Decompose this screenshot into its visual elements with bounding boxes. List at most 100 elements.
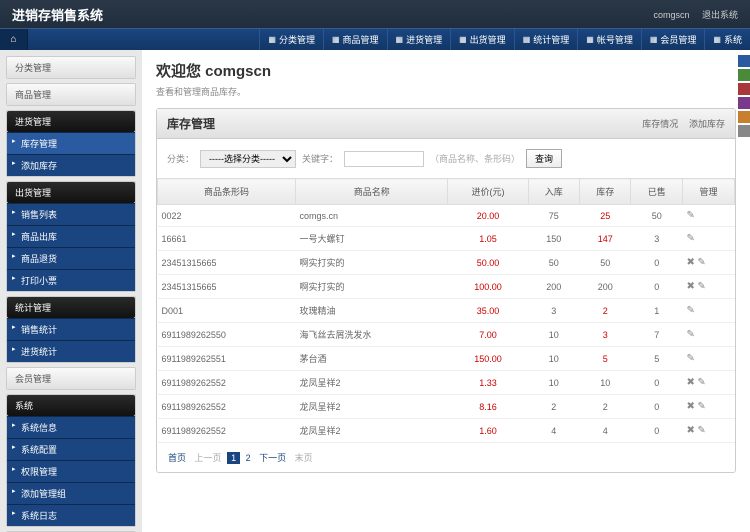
table-row: 6911989262552龙凤呈祥21.3310100✖ ✎: [158, 371, 735, 395]
sidebar-item-2-0[interactable]: 库存管理: [7, 132, 135, 154]
cell-price: 150.00: [448, 347, 528, 371]
edit-icon[interactable]: ✎: [686, 353, 694, 364]
cell-name: 龙凤呈祥2: [295, 419, 447, 443]
cell-name: 龙凤呈祥2: [295, 395, 447, 419]
cell-stock: 50: [579, 251, 630, 275]
theme-color-strip: [738, 55, 750, 139]
sidebar-item-3-3[interactable]: 打印小票: [7, 269, 135, 291]
page-prev[interactable]: 上一页: [195, 453, 222, 463]
cell-ops: ✖ ✎: [682, 371, 734, 395]
page-last[interactable]: 末页: [295, 453, 313, 463]
edit-icon[interactable]: ✎: [686, 329, 694, 340]
cell-price: 20.00: [448, 205, 528, 227]
theme-swatch[interactable]: [738, 69, 750, 81]
sidebar-group-6[interactable]: 系统: [7, 395, 135, 416]
cell-name: 啊实打实的: [295, 275, 447, 299]
page-current: 1: [227, 452, 240, 464]
category-select[interactable]: -----选择分类-----: [200, 150, 296, 168]
table-row: 6911989262550海飞丝去屑洗发水7.001037✎: [158, 323, 735, 347]
delete-icon[interactable]: ✖: [686, 257, 694, 268]
sidebar-group-2[interactable]: 进货管理: [7, 111, 135, 132]
sidebar-item-6-1[interactable]: 系统配置: [7, 438, 135, 460]
nav-icon: ▦: [650, 35, 658, 44]
sidebar-item-4-0[interactable]: 销售统计: [7, 318, 135, 340]
sidebar-item-4-1[interactable]: 进货统计: [7, 340, 135, 362]
page-next[interactable]: 下一页: [259, 453, 286, 463]
edit-icon[interactable]: ✎: [697, 425, 705, 436]
cell-in: 10: [528, 371, 579, 395]
sidebar-item-3-1[interactable]: 商品出库: [7, 225, 135, 247]
add-stock-link[interactable]: 添加库存: [689, 119, 725, 129]
sidebar-item-6-4[interactable]: 系统日志: [7, 504, 135, 526]
delete-icon[interactable]: ✖: [686, 401, 694, 412]
cell-sold: 0: [631, 275, 682, 299]
nav-icon: ▦: [459, 35, 467, 44]
search-button[interactable]: 查询: [526, 149, 562, 168]
col-header: 进价(元): [448, 179, 528, 205]
sidebar-item-6-0[interactable]: 系统信息: [7, 416, 135, 438]
delete-icon[interactable]: ✖: [686, 425, 694, 436]
edit-icon[interactable]: ✎: [697, 257, 705, 268]
theme-swatch[interactable]: [738, 125, 750, 137]
sidebar-item-3-0[interactable]: 销售列表: [7, 203, 135, 225]
edit-icon[interactable]: ✎: [697, 401, 705, 412]
sidebar-group-1[interactable]: 商品管理: [7, 84, 135, 105]
theme-swatch[interactable]: [738, 111, 750, 123]
home-button[interactable]: ⌂: [0, 29, 28, 51]
sidebar-group-5[interactable]: 会员管理: [7, 368, 135, 389]
filter-hint: （商品名称、条形码）: [430, 152, 520, 165]
delete-icon[interactable]: ✖: [686, 377, 694, 388]
nav-7[interactable]: ▦系统: [704, 29, 750, 51]
sidebar-group-3[interactable]: 出货管理: [7, 182, 135, 203]
edit-icon[interactable]: ✎: [686, 210, 694, 221]
edit-icon[interactable]: ✎: [697, 281, 705, 292]
nav-5[interactable]: ▦帐号管理: [577, 29, 641, 51]
cell-ops: ✖ ✎: [682, 251, 734, 275]
page-2[interactable]: 2: [246, 453, 251, 463]
theme-swatch[interactable]: [738, 97, 750, 109]
table-row: 0022comgs.cn20.00752550✎: [158, 205, 735, 227]
app-title: 进销存销售系统: [12, 5, 103, 24]
nav-icon: ▦: [396, 35, 404, 44]
edit-icon[interactable]: ✎: [686, 305, 694, 316]
page-subtitle: 查看和管理商品库存。: [156, 85, 736, 98]
nav-4[interactable]: ▦统计管理: [514, 29, 578, 51]
theme-swatch[interactable]: [738, 83, 750, 95]
cell-ops: ✖ ✎: [682, 395, 734, 419]
cell-code: 6911989262551: [158, 347, 296, 371]
edit-icon[interactable]: ✎: [686, 233, 694, 244]
nav-1[interactable]: ▦商品管理: [323, 29, 387, 51]
header: 进销存销售系统 comgscn 退出系统: [0, 0, 750, 28]
delete-icon[interactable]: ✖: [686, 281, 694, 292]
sidebar-item-6-2[interactable]: 权限管理: [7, 460, 135, 482]
cell-in: 3: [528, 299, 579, 323]
sidebar-item-2-1[interactable]: 添加库存: [7, 154, 135, 176]
cell-ops: ✎: [682, 227, 734, 251]
cell-ops: ✎: [682, 347, 734, 371]
sidebar-item-3-2[interactable]: 商品退货: [7, 247, 135, 269]
cell-code: D001: [158, 299, 296, 323]
cell-price: 50.00: [448, 251, 528, 275]
cell-stock: 2: [579, 395, 630, 419]
cell-sold: 0: [631, 371, 682, 395]
keyword-input[interactable]: [344, 151, 424, 167]
stock-status-link[interactable]: 库存情况: [642, 119, 678, 129]
theme-swatch[interactable]: [738, 55, 750, 67]
logout-link[interactable]: 退出系统: [702, 10, 738, 20]
sidebar-item-6-3[interactable]: 添加管理组: [7, 482, 135, 504]
page-first[interactable]: 首页: [168, 453, 186, 463]
cell-in: 200: [528, 275, 579, 299]
nav-2[interactable]: ▦进货管理: [387, 29, 451, 51]
cell-sold: 50: [631, 205, 682, 227]
cell-sold: 0: [631, 395, 682, 419]
cell-sold: 0: [631, 419, 682, 443]
cell-in: 75: [528, 205, 579, 227]
nav-0[interactable]: ▦分类管理: [259, 29, 323, 51]
sidebar-group-0[interactable]: 分类管理: [7, 57, 135, 78]
nav-6[interactable]: ▦会员管理: [641, 29, 705, 51]
nav-3[interactable]: ▦出货管理: [450, 29, 514, 51]
user-link[interactable]: comgscn: [653, 10, 689, 20]
cell-name: 龙凤呈祥2: [295, 371, 447, 395]
sidebar-group-4[interactable]: 统计管理: [7, 297, 135, 318]
edit-icon[interactable]: ✎: [697, 377, 705, 388]
